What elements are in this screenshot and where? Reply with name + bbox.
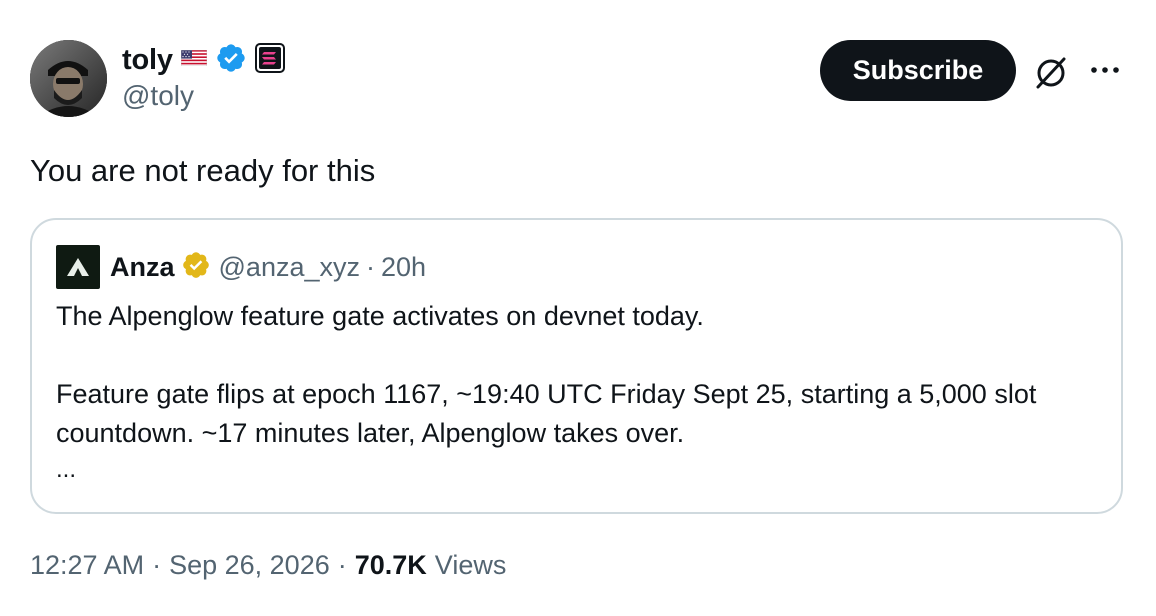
author-name-row: toly [122,42,285,78]
post-time[interactable]: 12:27 AM [30,550,144,581]
author-display-name[interactable]: toly [122,44,173,77]
tweet-meta: 12:27 AM · Sep 26, 2026 · 70.7K Views [30,547,506,583]
gold-verified-badge-icon[interactable] [181,250,211,285]
post-date[interactable]: Sep 26, 2026 [169,550,330,581]
tweet-text: You are not ready for this [30,153,376,188]
author-avatar[interactable] [30,40,107,117]
views-label: Views [434,549,507,580]
quote-paragraph: The Alpenglow feature gate activates on … [56,301,704,331]
quote-author-name[interactable]: Anza [110,252,175,283]
views-count[interactable]: 70.7K [355,550,427,581]
quote-timestamp[interactable]: 20h [381,252,426,283]
quote-truncation-ellipsis: ... [56,456,77,483]
quoted-tweet-card[interactable]: Anza @anza_xyz · 20h The Alpenglow featu… [30,218,1123,514]
quote-separator: · [366,251,375,282]
quote-header: Anza @anza_xyz · 20h [56,245,426,289]
quote-paragraph: Feature gate flips at epoch 1167, ~19:40… [56,379,1037,448]
subscribe-button[interactable]: Subscribe [820,40,1016,101]
more-dots-icon[interactable] [1088,60,1122,80]
quote-author-avatar[interactable] [56,245,100,289]
tweet: toly @toly Subscribe You are not ready f… [0,0,1156,616]
meta-separator: · [152,549,162,580]
quote-author-handle[interactable]: @anza_xyz [219,252,360,283]
quote-text: The Alpenglow feature gate activates on … [56,297,1096,453]
grok-icon[interactable] [1032,54,1070,92]
author-handle[interactable]: @toly [122,80,194,112]
meta-separator: · [337,549,347,580]
us-flag-icon [180,49,208,71]
solana-logo-icon[interactable] [254,42,285,78]
blue-verified-badge-icon[interactable] [215,42,247,79]
